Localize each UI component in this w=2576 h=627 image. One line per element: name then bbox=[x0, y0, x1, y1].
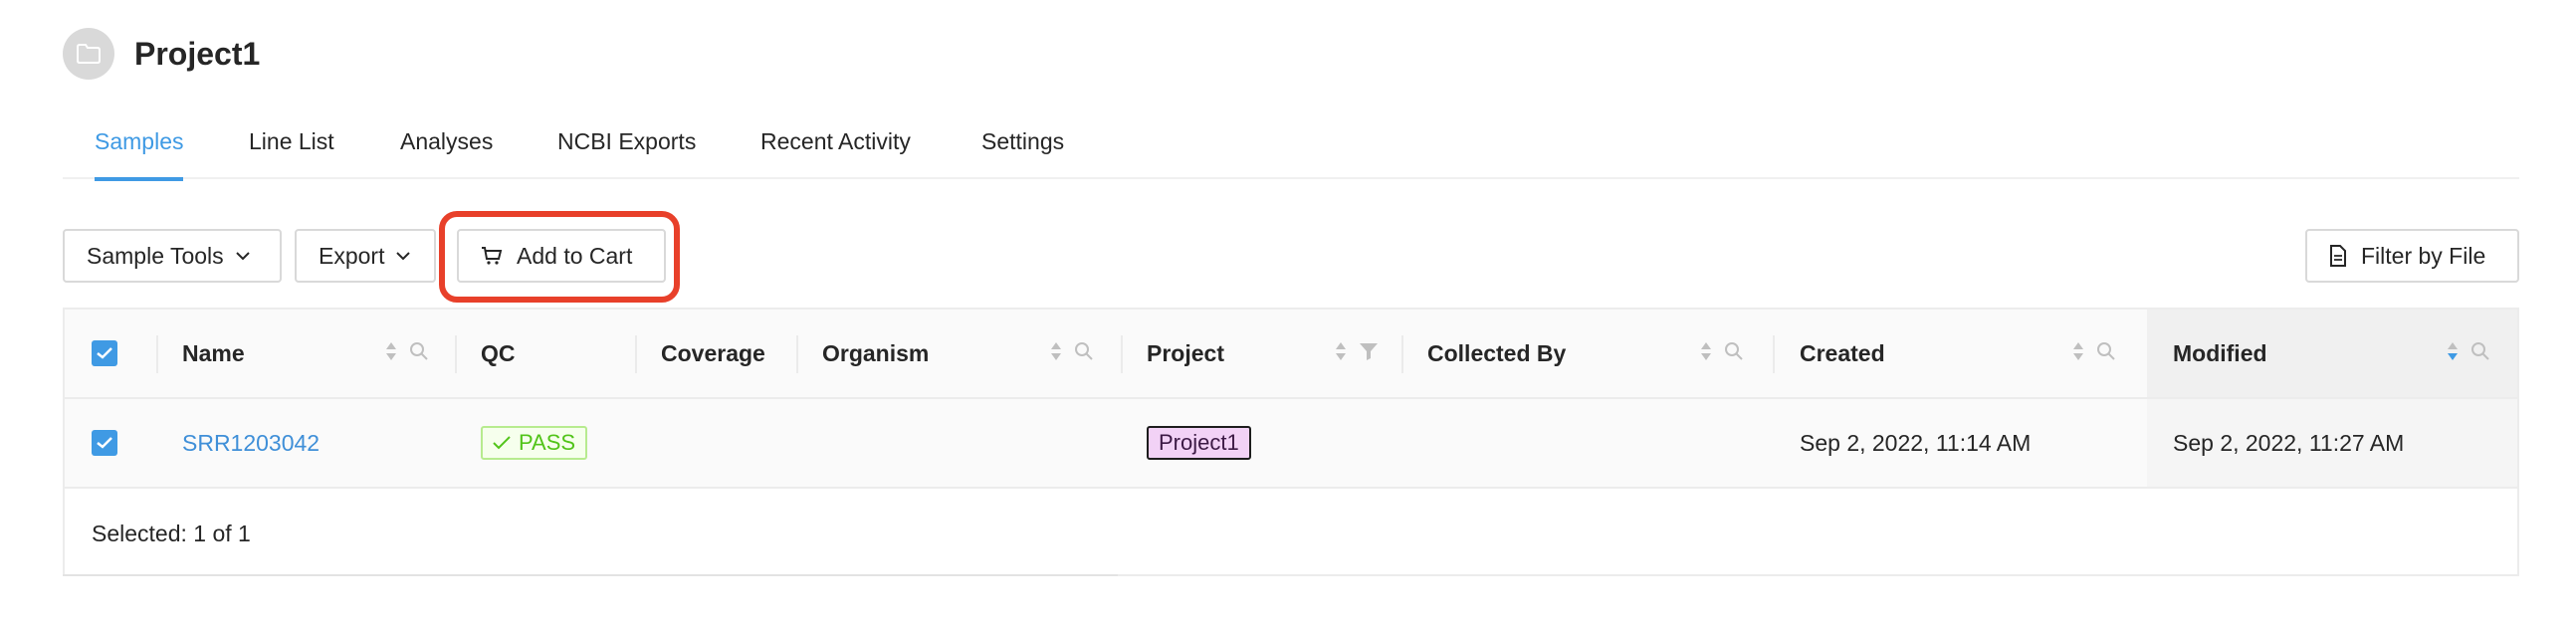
tab-samples[interactable]: Samples bbox=[95, 121, 184, 181]
filter-by-file-button[interactable]: Filter by File bbox=[2305, 229, 2519, 283]
add-to-cart-button[interactable]: Add to Cart bbox=[457, 229, 666, 283]
filter-icon[interactable] bbox=[1359, 341, 1379, 366]
file-icon bbox=[2329, 245, 2347, 267]
search-icon[interactable] bbox=[409, 341, 429, 366]
search-icon[interactable] bbox=[1074, 341, 1094, 366]
modified-value: Sep 2, 2022, 11:27 AM bbox=[2173, 429, 2405, 456]
tab-line-list[interactable]: Line List bbox=[249, 121, 334, 179]
table-header: Name QC Coverage Organism Project Collec… bbox=[65, 310, 2517, 399]
modified-cell: Sep 2, 2022, 11:27 AM bbox=[2147, 399, 2517, 487]
sample-name-link[interactable]: SRR1203042 bbox=[182, 399, 320, 487]
created-column-controls bbox=[2072, 310, 2116, 397]
sort-icon[interactable] bbox=[385, 340, 397, 367]
selection-summary: Selected: 1 of 1 bbox=[92, 520, 251, 546]
divider bbox=[63, 574, 1118, 576]
column-divider bbox=[1773, 335, 1775, 373]
column-divider bbox=[635, 335, 637, 373]
search-icon[interactable] bbox=[2096, 341, 2116, 366]
folder-icon bbox=[63, 28, 114, 80]
sort-icon[interactable] bbox=[1335, 340, 1347, 367]
qc-pass-badge: PASS bbox=[481, 426, 588, 460]
modified-header-label: Modified bbox=[2173, 339, 2267, 366]
search-icon[interactable] bbox=[1724, 341, 1744, 366]
column-divider bbox=[1121, 335, 1123, 373]
add-to-cart-label: Add to Cart bbox=[517, 242, 633, 269]
column-header-collected-by: Collected By bbox=[1427, 339, 1567, 366]
organism-column-controls bbox=[1050, 310, 1094, 397]
column-header-coverage: Coverage bbox=[661, 339, 765, 366]
qc-cell: PASS bbox=[481, 399, 588, 487]
created-cell: Sep 2, 2022, 11:14 AM bbox=[1800, 429, 2032, 456]
column-divider bbox=[1401, 335, 1403, 373]
column-header-created: Created bbox=[1800, 339, 1885, 366]
column-header-organism: Organism bbox=[822, 339, 930, 366]
cart-icon bbox=[481, 246, 503, 266]
project-cell: Project1 bbox=[1147, 399, 1251, 487]
column-header-qc: QC bbox=[481, 339, 516, 366]
collected-by-column-controls bbox=[1700, 310, 1744, 397]
table-row[interactable]: SRR1203042 PASS Project1 Sep 2, 2022, 11… bbox=[65, 399, 2517, 489]
sort-icon[interactable] bbox=[2072, 340, 2084, 367]
sort-descending-icon[interactable] bbox=[2447, 340, 2459, 367]
qc-status: PASS bbox=[519, 430, 576, 455]
column-divider bbox=[156, 335, 158, 373]
project-header: Project1 bbox=[63, 28, 260, 80]
check-icon bbox=[493, 430, 511, 456]
samples-table: Name QC Coverage Organism Project Collec… bbox=[63, 308, 2519, 576]
tab-analyses[interactable]: Analyses bbox=[400, 121, 493, 179]
column-header-project: Project bbox=[1147, 339, 1224, 366]
tab-settings[interactable]: Settings bbox=[981, 121, 1064, 179]
sample-tools-button[interactable]: Sample Tools bbox=[63, 229, 282, 283]
search-icon[interactable] bbox=[2470, 341, 2490, 366]
project-column-controls bbox=[1335, 310, 1379, 397]
chevron-down-icon bbox=[396, 251, 411, 261]
project-tag: Project1 bbox=[1147, 426, 1251, 460]
modified-column-controls bbox=[2447, 310, 2490, 397]
column-header-name: Name bbox=[182, 339, 245, 366]
column-divider bbox=[455, 335, 457, 373]
chevron-down-icon bbox=[235, 251, 250, 261]
select-all-checkbox[interactable] bbox=[92, 310, 117, 397]
tab-bar: Samples Line List Analyses NCBI Exports … bbox=[63, 121, 2519, 181]
sample-tools-label: Sample Tools bbox=[87, 242, 224, 269]
filter-by-file-label: Filter by File bbox=[2361, 242, 2486, 269]
sort-icon[interactable] bbox=[1050, 340, 1062, 367]
sort-icon[interactable] bbox=[1700, 340, 1712, 367]
export-label: Export bbox=[319, 242, 385, 269]
tab-ncbi-exports[interactable]: NCBI Exports bbox=[557, 121, 696, 179]
column-divider bbox=[796, 335, 798, 373]
tab-recent-activity[interactable]: Recent Activity bbox=[760, 121, 911, 179]
row-select-checkbox[interactable] bbox=[92, 399, 117, 487]
page-title: Project1 bbox=[134, 35, 261, 72]
name-column-controls bbox=[385, 310, 429, 397]
export-button[interactable]: Export bbox=[295, 229, 436, 283]
